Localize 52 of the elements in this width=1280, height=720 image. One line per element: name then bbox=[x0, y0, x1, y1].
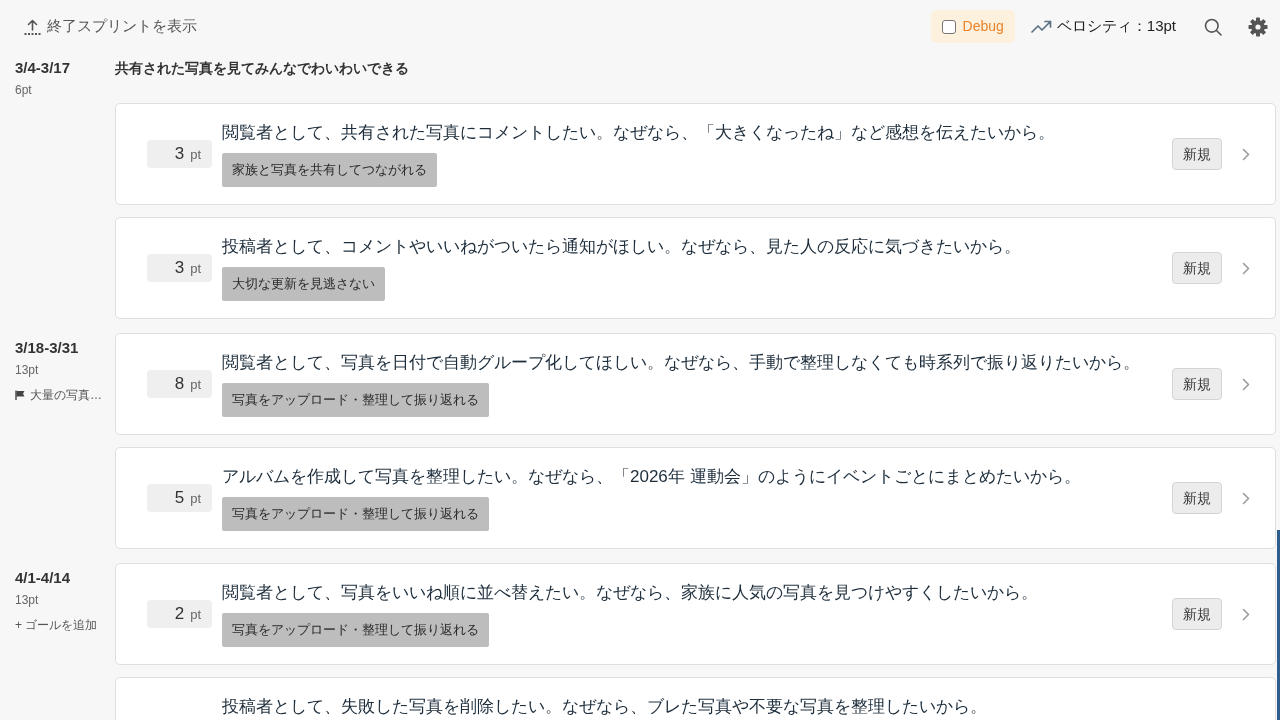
story-points: 2 pt bbox=[147, 600, 212, 628]
epic-tag[interactable]: 写真をアップロード・整理して振り返れる bbox=[222, 613, 489, 647]
upload-icon bbox=[24, 18, 41, 35]
search-icon bbox=[1204, 17, 1222, 36]
flag-icon bbox=[15, 390, 25, 400]
sprint-goal-title: 共有された写真を見てみんなでわいわいできる bbox=[115, 59, 410, 78]
story-points: 3 pt bbox=[147, 140, 212, 168]
add-goal-link[interactable]: + ゴールを追加 bbox=[15, 617, 98, 633]
epic-tag[interactable]: 家族と写真を共有してつながれる bbox=[222, 153, 437, 187]
settings-button[interactable] bbox=[1248, 16, 1268, 37]
story-card[interactable]: 2 pt 閲覧者として、写真をいいね順に並べ替えたい。なぜなら、家族に人気の写真を見つけやすくしたいから。 写真をアップロード・整理して振り返れる 新規 bbox=[115, 563, 1276, 665]
status-button[interactable]: 新規 bbox=[1172, 482, 1222, 514]
debug-checkbox[interactable] bbox=[941, 19, 956, 34]
story-text: 閲覧者として、写真をいいね順に並べ替えたい。なぜなら、家族に人気の写真を見つけやすくしたいから。 bbox=[222, 582, 1038, 604]
settings-icon bbox=[1248, 16, 1268, 37]
sprint-points: 13pt bbox=[15, 592, 40, 608]
story-points: 3 pt bbox=[147, 254, 212, 282]
chevron-right-icon bbox=[1242, 607, 1250, 621]
story-text: アルバムを作成して写真を整理したい。なぜなら、「2026年 運動会」のようにイベントごとにまとめたいから。 bbox=[222, 466, 1081, 488]
story-text: 閲覧者として、写真を日付で自動グループ化してほしい。なぜなら、手動で整理しなくても時系列で振り返りたいから。 bbox=[222, 352, 1140, 374]
story-points: 8 pt bbox=[147, 370, 212, 398]
sprint-points: 6pt bbox=[15, 82, 33, 98]
chevron-right-icon bbox=[1242, 377, 1250, 391]
scrollbar-thumb[interactable] bbox=[1277, 530, 1280, 720]
show-finished-sprints-button[interactable]: 終了スプリントを表示 bbox=[24, 15, 197, 38]
story-card[interactable]: 8 pt 閲覧者として、写真を日付で自動グループ化してほしい。なぜなら、手動で整理しなくても時系列で振り返りたいから。 写真をアップロード・整理して振り返れる 新規 bbox=[115, 333, 1276, 435]
epic-tag[interactable]: 大切な更新を見逃さない bbox=[222, 267, 385, 301]
chevron-right-icon bbox=[1242, 491, 1250, 505]
status-button[interactable]: 新規 bbox=[1172, 252, 1222, 284]
velocity-label: ベロシティ：13pt bbox=[1056, 16, 1176, 37]
story-points: 5 pt bbox=[147, 484, 212, 512]
sprint-period: 4/1-4/14 bbox=[15, 568, 72, 588]
story-card[interactable]: 3 pt 閲覧者として、共有された写真にコメントしたい。なぜなら、「大きくなったね」など感想を伝えたいから。 家族と写真を共有してつながれる 新規 bbox=[115, 103, 1276, 205]
epic-tag[interactable]: 写真をアップロード・整理して振り返れる bbox=[222, 383, 489, 417]
story-card[interactable]: 5 pt アルバムを作成して写真を整理したい。なぜなら、「2026年 運動会」のようにイベントごとにまとめたいから。 写真をアップロード・整理して振り返れる 新規 bbox=[115, 447, 1276, 549]
sprint-points: 13pt bbox=[15, 362, 40, 378]
story-card[interactable]: 3 pt 投稿者として、コメントやいいねがついたら通知がほしい。なぜなら、見た人の反応に気づきたいから。 大切な更新を見逃さない 新規 bbox=[115, 217, 1276, 319]
epic-tag[interactable]: 写真をアップロード・整理して振り返れる bbox=[222, 497, 489, 531]
chevron-right-icon bbox=[1242, 261, 1250, 275]
chevron-right-icon bbox=[1242, 147, 1250, 161]
status-button[interactable]: 新規 bbox=[1172, 598, 1222, 630]
story-text: 閲覧者として、共有された写真にコメントしたい。なぜなら、「大きくなったね」など感想を伝えたいから。 bbox=[222, 122, 1055, 144]
status-button[interactable]: 新規 bbox=[1172, 368, 1222, 400]
status-button[interactable]: 新規 bbox=[1172, 138, 1222, 170]
trend-up-icon bbox=[1030, 20, 1052, 33]
sprint-goal[interactable]: 大量の写真… bbox=[15, 387, 115, 403]
story-text: 投稿者として、失敗した写真を削除したい。なぜなら、ブレた写真や不要な写真を整理したいから。 bbox=[222, 696, 987, 718]
story-card[interactable]: 投稿者として、失敗した写真を削除したい。なぜなら、ブレた写真や不要な写真を整理したいから。 bbox=[115, 677, 1276, 720]
sprint-period: 3/18-3/31 bbox=[15, 338, 80, 358]
sprint-period: 3/4-3/17 bbox=[15, 58, 72, 78]
story-text: 投稿者として、コメントやいいねがついたら通知がほしい。なぜなら、見た人の反応に気づきたいから。 bbox=[222, 236, 1021, 258]
search-button[interactable] bbox=[1203, 16, 1223, 37]
